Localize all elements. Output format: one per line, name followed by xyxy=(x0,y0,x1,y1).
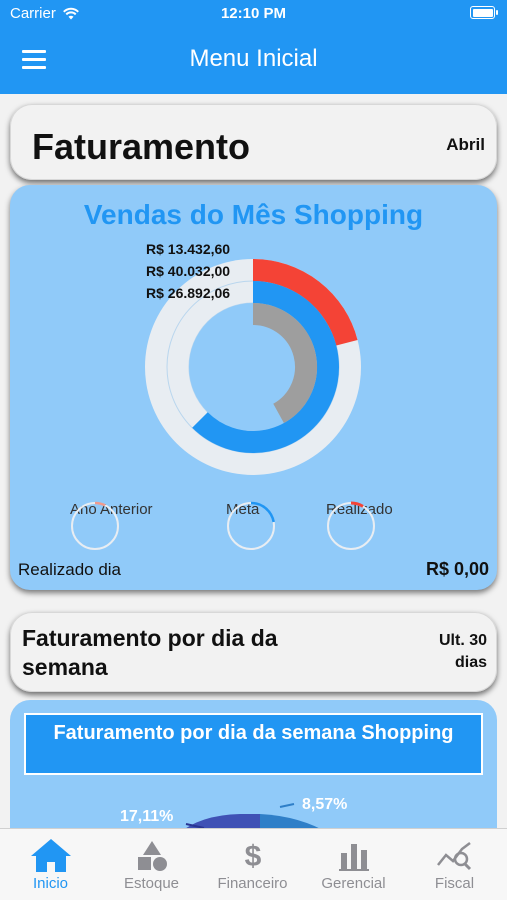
nav-bar: Menu Inicial xyxy=(0,28,507,94)
realizado-dia-label: Realizado dia xyxy=(18,560,122,579)
tab-estoque-label: Estoque xyxy=(123,875,180,892)
weekday-pct-label-b: 8,57% xyxy=(302,796,348,813)
svg-text:$: $ xyxy=(244,840,261,873)
legend-realizado: Realizado xyxy=(326,501,393,550)
faturamento-title: Faturamento xyxy=(32,126,251,167)
weekday-title: Faturamento por dia da semana xyxy=(22,625,278,680)
weekday-pct-label-a: 17,11% xyxy=(120,808,174,825)
tab-financeiro-label: Financeiro xyxy=(217,875,288,892)
faturamento-header-card[interactable]: Faturamento Abril xyxy=(10,104,497,180)
month-label: Abril xyxy=(446,135,485,154)
legend-meta: Meta xyxy=(226,501,275,550)
ano-anterior-value-label: R$ 26.892,06 xyxy=(146,285,231,301)
tab-fiscal-label: Fiscal xyxy=(434,875,475,892)
meta-value-label: R$ 40.032,00 xyxy=(146,263,231,279)
battery-icon xyxy=(470,6,498,19)
tab-fiscal[interactable]: Fiscal xyxy=(404,829,505,900)
bottom-tab-bar: Inicio Estoque $ Financeiro Gerencial Fi… xyxy=(0,828,507,900)
status-time: 12:10 PM xyxy=(220,5,287,22)
bar-chart-icon xyxy=(338,844,369,871)
dollar-icon: $ xyxy=(244,840,261,873)
realizado-value-label: R$ 13.432,60 xyxy=(146,241,231,257)
tab-gerencial-label: Gerencial xyxy=(321,875,386,892)
home-icon xyxy=(30,839,71,872)
sales-chart-panel: Vendas do Mês Shopping R$ 13.432,60 R$ 4… xyxy=(10,185,497,590)
meta-ring-icon xyxy=(227,501,275,550)
tab-inicio[interactable]: Inicio xyxy=(0,829,101,900)
chart-legend: Ano Anterior Meta Realizado xyxy=(10,501,497,555)
page-title: Menu Inicial xyxy=(189,45,318,72)
ano-anterior-ring-icon xyxy=(71,501,119,550)
status-bar: Carrier 12:10 PM xyxy=(0,0,507,28)
chart-search-icon xyxy=(436,842,471,871)
weekday-period: Ult. 30 dias xyxy=(438,632,487,671)
shapes-icon xyxy=(137,841,167,871)
weekday-header-card[interactable]: Faturamento por dia da semana Ult. 30 di… xyxy=(10,612,497,692)
legend-ano-anterior: Ano Anterior xyxy=(70,501,153,550)
tab-financeiro[interactable]: $ Financeiro xyxy=(202,829,303,900)
tab-estoque[interactable]: Estoque xyxy=(101,829,202,900)
realizado-ring-icon xyxy=(327,501,375,550)
top-bar: Carrier 12:10 PM Menu Inicial xyxy=(0,0,507,94)
tab-gerencial[interactable]: Gerencial xyxy=(303,829,404,900)
realizado-dia-value: R$ 0,00 xyxy=(425,559,489,579)
tab-inicio-label: Inicio xyxy=(32,875,69,892)
